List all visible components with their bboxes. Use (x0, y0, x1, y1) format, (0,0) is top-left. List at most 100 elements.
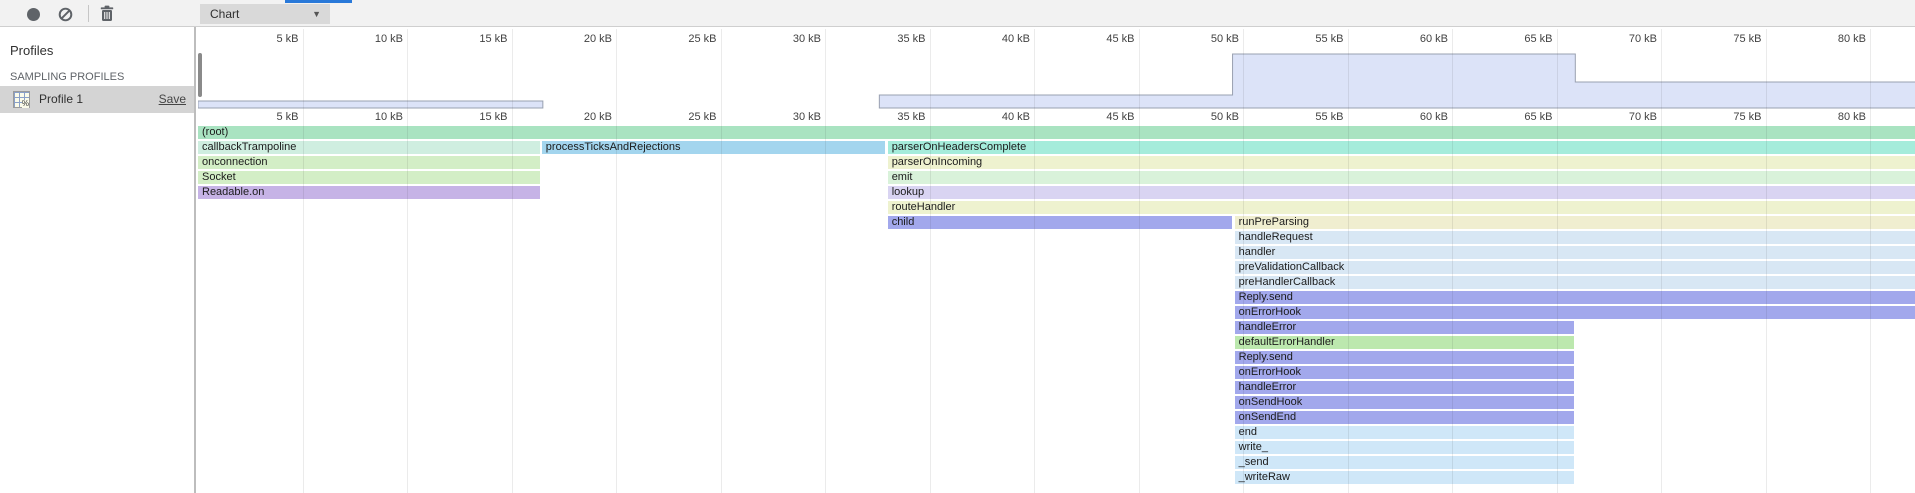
ruler-tick-label: 20 kB (532, 33, 612, 45)
gridline (825, 29, 826, 493)
ruler-tick-label: 80 kB (1786, 33, 1866, 45)
gridline (1557, 29, 1558, 493)
flame-bar-routehandler[interactable]: routeHandler (888, 201, 1915, 214)
allocation-sampling-profiler: Chart ▼ Profiles SAMPLING PROFILES % Pro… (0, 0, 1915, 493)
flame-bar-processticksandrejections[interactable]: processTicksAndRejections (542, 141, 885, 154)
toolbar: Chart ▼ (0, 0, 1915, 27)
flame-bar-label: Reply.send (1239, 351, 1293, 363)
record-icon[interactable] (27, 8, 40, 21)
flame-bar-lookup[interactable]: lookup (888, 186, 1915, 199)
flame-bar-send[interactable]: _send (1235, 456, 1575, 469)
profile-list-item[interactable]: % Profile 1 Save (0, 86, 194, 113)
flame-bar-label: handleRequest (1239, 231, 1313, 243)
view-mode-select[interactable]: Chart ▼ (200, 4, 330, 24)
flame-bar-onconnection[interactable]: onconnection (198, 156, 540, 169)
ruler-tick-label: 50 kB (1159, 33, 1239, 45)
save-profile-link[interactable]: Save (159, 92, 186, 106)
flame-bar-label: preValidationCallback (1239, 261, 1345, 273)
flame-bar-label: processTicksAndRejections (546, 141, 681, 153)
flame-bar-prehandlercallback[interactable]: preHandlerCallback (1235, 276, 1915, 289)
overview-left-handle[interactable] (198, 53, 202, 97)
gridline (1139, 29, 1140, 493)
ruler-tick-label: 10 kB (323, 33, 403, 45)
flame-bar-label: handler (1239, 246, 1276, 258)
toolbar-divider (88, 5, 89, 22)
flame-bar-label: preHandlerCallback (1239, 276, 1336, 288)
ruler-tick-label: 70 kB (1577, 111, 1657, 123)
ruler-tick-label: 75 kB (1682, 111, 1762, 123)
flame-bar-label: end (1239, 426, 1257, 438)
ruler-tick-label: 35 kB (846, 111, 926, 123)
ruler-tick-label: 60 kB (1368, 111, 1448, 123)
flame-bar-parseronincoming[interactable]: parserOnIncoming (888, 156, 1915, 169)
flame-bar-onsendend[interactable]: onSendEnd (1235, 411, 1575, 424)
flame-bar-label: onErrorHook (1239, 366, 1301, 378)
ruler-tick-label: 70 kB (1577, 33, 1657, 45)
flame-bar-socket[interactable]: Socket (198, 171, 540, 184)
chevron-down-icon: ▼ (312, 4, 321, 24)
gridline (930, 29, 931, 493)
clear-all-icon[interactable] (58, 7, 73, 22)
profile-name: Profile 1 (39, 92, 83, 106)
sidebar-title: Profiles (10, 43, 53, 58)
gridline (616, 29, 617, 493)
flame-graph: (root) callbackTrampoline processTicksAndR… (198, 27, 1915, 493)
ruler-tick-label: 60 kB (1368, 33, 1448, 45)
flame-bar-handlerequest[interactable]: handleRequest (1235, 231, 1915, 244)
flame-bar-readable-on[interactable]: Readable.on (198, 186, 540, 199)
flame-bar-label: onconnection (202, 156, 267, 168)
flame-bar-emit[interactable]: emit (888, 171, 1915, 184)
gridline (1034, 29, 1035, 493)
flame-bar-child[interactable]: child (888, 216, 1232, 229)
flame-bar-parseronheaderscomplete[interactable]: parserOnHeadersComplete (888, 141, 1915, 154)
ruler-tick-label: 55 kB (1264, 33, 1344, 45)
flame-bar-label: (root) (202, 126, 228, 138)
flame-bar-label: callbackTrampoline (202, 141, 296, 153)
flame-bar-reply-send[interactable]: Reply.send (1235, 351, 1575, 364)
gridline (1870, 29, 1871, 493)
gridline (1452, 29, 1453, 493)
flame-bar-label: onSendEnd (1239, 411, 1297, 423)
flame-bar-writeraw[interactable]: _writeRaw (1235, 471, 1575, 484)
flame-bar-label: onErrorHook (1239, 306, 1301, 318)
view-mode-value: Chart (210, 7, 239, 21)
flame-bar-onsendhook[interactable]: onSendHook (1235, 396, 1575, 409)
ruler-tick-label: 65 kB (1473, 111, 1553, 123)
flame-bar-handleerror[interactable]: handleError (1235, 381, 1575, 394)
flame-bar-onerrorhook[interactable]: onErrorHook (1235, 306, 1915, 319)
flame-bar-end[interactable]: end (1235, 426, 1575, 439)
flame-bar-label: parserOnHeadersComplete (892, 141, 1027, 153)
ruler-tick-label: 10 kB (323, 111, 403, 123)
flame-bar-prevalidationcallback[interactable]: preValidationCallback (1235, 261, 1915, 274)
flame-bar-onerrorhook[interactable]: onErrorHook (1235, 366, 1575, 379)
ruler-tick-label: 15 kB (428, 111, 508, 123)
flame-bar-label: Reply.send (1239, 291, 1293, 303)
flame-bar-handleerror[interactable]: handleError (1235, 321, 1575, 334)
ruler-tick-label: 25 kB (637, 33, 717, 45)
gridline (1766, 29, 1767, 493)
ruler-tick-label: 30 kB (741, 111, 821, 123)
flame-chart-pane: 5 kB10 kB15 kB20 kB25 kB30 kB35 kB40 kB4… (198, 27, 1915, 493)
flame-bar-label: child (892, 216, 915, 228)
gridline (303, 29, 304, 493)
flame-bar-defaulterrorhandler[interactable]: defaultErrorHandler (1235, 336, 1575, 349)
gridline (512, 29, 513, 493)
gridline (1348, 29, 1349, 493)
flame-bar-label: Socket (202, 171, 236, 183)
ruler-tick-label: 15 kB (428, 33, 508, 45)
trash-icon[interactable] (99, 5, 115, 22)
flame-bar-label: onSendHook (1239, 396, 1303, 408)
ruler-tick-label: 65 kB (1473, 33, 1553, 45)
flame-bar-runpreparsing[interactable]: runPreParsing (1235, 216, 1915, 229)
flame-bar-callbacktrampoline[interactable]: callbackTrampoline (198, 141, 540, 154)
flame-bar-reply-send[interactable]: Reply.send (1235, 291, 1915, 304)
ruler-tick-label: 45 kB (1055, 33, 1135, 45)
flame-bar-root[interactable]: (root) (198, 126, 1915, 139)
flame-bar-label: Readable.on (202, 186, 264, 198)
flame-bar-write[interactable]: write_ (1235, 441, 1575, 454)
flame-bar-label: runPreParsing (1239, 216, 1309, 228)
flame-bar-label: handleError (1239, 321, 1296, 333)
flame-bar-handler[interactable]: handler (1235, 246, 1915, 259)
profile-grid-icon: % (13, 91, 30, 108)
ruler-tick-label: 80 kB (1786, 111, 1866, 123)
